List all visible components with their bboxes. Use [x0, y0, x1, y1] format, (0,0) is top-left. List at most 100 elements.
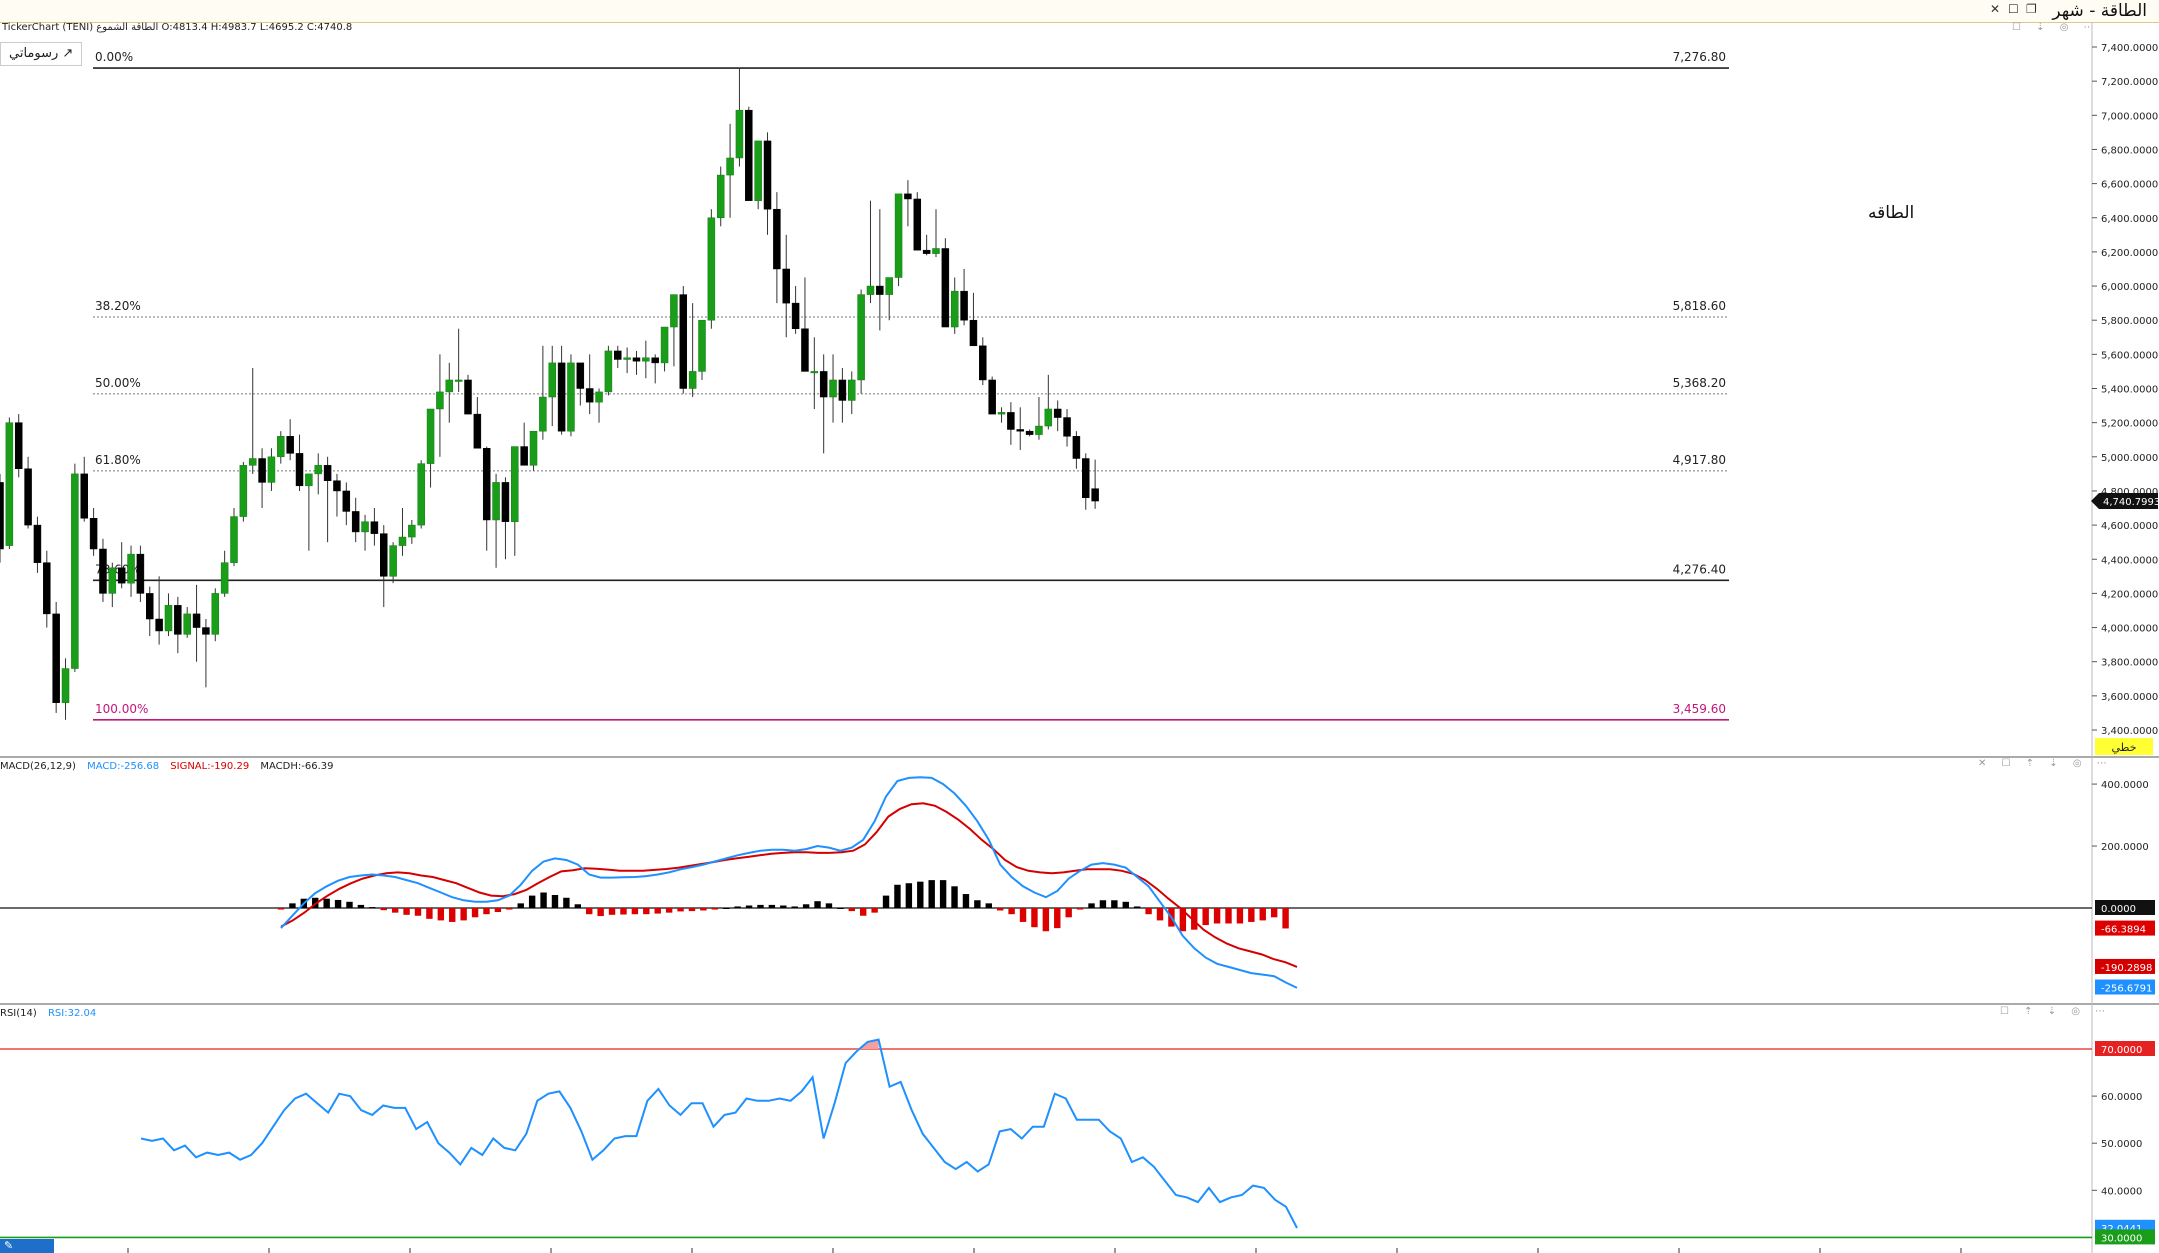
macd-histogram-bar: [449, 908, 456, 922]
macd-histogram-bar: [437, 908, 445, 921]
candle-down: [791, 302, 800, 329]
macd-histogram-bar: [665, 908, 673, 913]
price-axis-label: 5,200.0000: [2101, 419, 2158, 430]
candle-up: [511, 446, 519, 522]
macd-histogram-bar: [528, 895, 536, 908]
candle-down: [988, 379, 996, 415]
candle-down: [258, 458, 266, 483]
macd-zero-badge: 0.0000: [2101, 904, 2136, 915]
macd-histogram-bar: [574, 904, 582, 908]
fib-pct-label: 61.80%: [95, 453, 141, 467]
candle-up: [660, 326, 669, 364]
candle-up: [1035, 425, 1043, 435]
candle-up: [211, 593, 220, 635]
candle-up: [1044, 408, 1053, 427]
price-axis-label: 5,000.0000: [2101, 453, 2158, 464]
candle-down: [876, 285, 884, 295]
macd-histogram-bar: [917, 881, 924, 908]
candle-up: [445, 379, 454, 393]
macd-histogram-bar: [996, 908, 1004, 911]
trading-chart[interactable]: 0.00% 7,276.80 38.20% 5,818.60 50.00% 5,368.2…: [0, 0, 2159, 1253]
candle-down: [614, 350, 622, 360]
candle-down: [174, 605, 182, 635]
macd-histogram-bar: [1259, 908, 1266, 921]
price-axis-label: 6,400.0000: [2101, 214, 2158, 225]
candle-down: [1063, 417, 1071, 437]
candle-down: [501, 482, 510, 522]
macd-histogram-bar: [643, 908, 650, 915]
macd-line: [280, 776, 1298, 989]
candle-up: [894, 193, 903, 278]
candle-up: [108, 567, 117, 594]
candle-down: [819, 371, 828, 398]
macd-histogram-bar: [277, 908, 285, 910]
candle-down: [155, 618, 163, 632]
candle-up: [267, 456, 276, 483]
candle-down: [557, 362, 566, 432]
candle-up: [642, 357, 650, 362]
fib-price-label: 5,818.60: [1673, 299, 1726, 313]
candle-up: [5, 422, 14, 546]
candle-up: [726, 157, 734, 176]
price-axis-label: 5,400.0000: [2101, 385, 2158, 396]
macd-histogram-bar: [1213, 908, 1221, 924]
candle-up: [688, 371, 697, 389]
drawing-tool-tab[interactable]: ✎: [0, 1239, 54, 1253]
macd-histogram-bar: [688, 908, 696, 912]
rsi-header-name: RSI(14): [0, 1008, 37, 1019]
candle-down: [1016, 429, 1024, 432]
macd-histogram-bar: [1008, 908, 1015, 915]
macd-histogram-bar: [780, 905, 787, 908]
macd-histogram-bar: [631, 908, 639, 915]
candle-down: [323, 465, 332, 481]
candle-down: [192, 613, 201, 628]
candle-down: [745, 109, 753, 201]
macd-histogram-bar: [334, 899, 342, 908]
candle-down: [380, 533, 388, 577]
candle-up: [426, 408, 435, 464]
macd-histogram-bar: [1111, 900, 1118, 908]
macd-histogram-bar: [905, 883, 913, 908]
macd-histogram-bar: [939, 880, 947, 908]
candle-down: [89, 518, 98, 550]
macd-histogram-bar: [860, 908, 867, 916]
candle-up: [277, 436, 285, 458]
price-axis-label: 7,200.0000: [2101, 77, 2158, 88]
candle-down: [1082, 458, 1090, 499]
macd-histogram-bar: [357, 904, 365, 908]
linear-badge[interactable]: خطي: [2112, 741, 2137, 754]
rsi-header: RSI(14) RSI:32.04: [0, 1008, 96, 1019]
price-header: TickerChart (TENI) الطاقة الشموع O:4813.…: [1, 22, 352, 33]
candle-down: [969, 319, 978, 347]
candle-up: [604, 350, 613, 393]
signal-value-badge: -190.2898: [2101, 963, 2152, 974]
macd-histogram-bar: [1042, 908, 1050, 932]
macd-axis-label: 200.0000: [2101, 842, 2149, 853]
macd-histogram-bar: [346, 901, 353, 908]
candle-up: [707, 217, 716, 321]
macd-histogram-bar: [1065, 908, 1072, 918]
macd-histogram-bar: [757, 904, 764, 908]
candle-down: [679, 294, 688, 389]
macd-header-macd: MACD:-256.68: [87, 761, 159, 772]
candle-down: [295, 453, 304, 487]
candle-down: [202, 627, 210, 635]
candle-up: [529, 430, 538, 466]
macd-histogram-bar: [1236, 908, 1244, 924]
candle-up: [398, 536, 407, 546]
macd-histogram-bar: [677, 908, 684, 912]
candle-up: [857, 294, 865, 381]
macd-histogram-bar: [563, 897, 570, 908]
candle-down: [482, 448, 491, 521]
macd-histogram-bar: [928, 880, 935, 908]
macd-histogram-bar: [654, 908, 661, 914]
fib-pct-label: 50.00%: [95, 376, 141, 390]
macd-histogram-bar: [1099, 900, 1107, 908]
fib-price-label: 7,276.80: [1673, 50, 1726, 64]
macd-histogram-bar: [391, 908, 399, 913]
macd-histogram-bar: [723, 908, 730, 909]
candle-up: [539, 396, 547, 432]
fib-pct-label: 38.20%: [95, 299, 141, 313]
candle-up: [885, 277, 893, 295]
macd-histogram-bar: [369, 907, 376, 909]
